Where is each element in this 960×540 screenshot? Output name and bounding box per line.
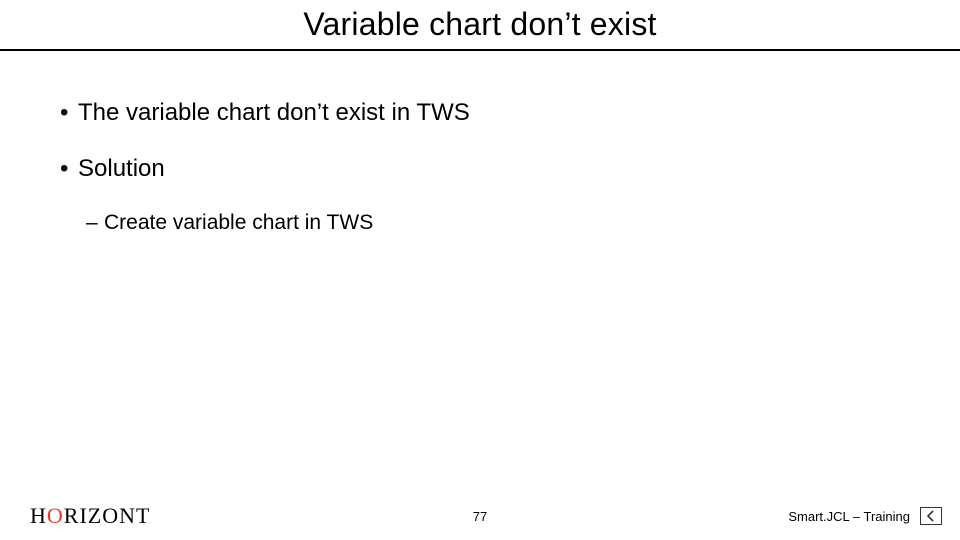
bullet-text: Create variable chart in TWS <box>104 211 373 235</box>
bullet-level2: – Create variable chart in TWS <box>86 211 900 235</box>
page-number: 77 <box>473 509 487 524</box>
brand-part: H <box>30 503 47 528</box>
brand-part-accent: O <box>47 503 64 528</box>
bullet-dot-icon: • <box>60 99 78 127</box>
bullet-dash-icon: – <box>86 211 104 235</box>
footer-right: Smart.JCL – Training <box>788 507 942 525</box>
footer: HORIZONT 77 Smart.JCL – Training <box>0 502 960 530</box>
prev-slide-button[interactable] <box>920 507 942 525</box>
footer-label: Smart.JCL – Training <box>788 509 910 524</box>
bullet-text: The variable chart don’t exist in TWS <box>78 99 470 127</box>
bullet-text: Solution <box>78 155 165 183</box>
bullet-dot-icon: • <box>60 155 78 183</box>
content-area: • The variable chart don’t exist in TWS … <box>0 51 960 235</box>
chevron-left-icon <box>925 510 937 522</box>
brand-part: RIZONT <box>64 503 151 528</box>
bullet-level1: • The variable chart don’t exist in TWS <box>60 99 900 127</box>
brand-logo: HORIZONT <box>30 503 150 529</box>
title-area: Variable chart don’t exist <box>0 0 960 51</box>
bullet-level1: • Solution <box>60 155 900 183</box>
slide: Variable chart don’t exist • The variabl… <box>0 0 960 540</box>
slide-title: Variable chart don’t exist <box>0 6 960 43</box>
